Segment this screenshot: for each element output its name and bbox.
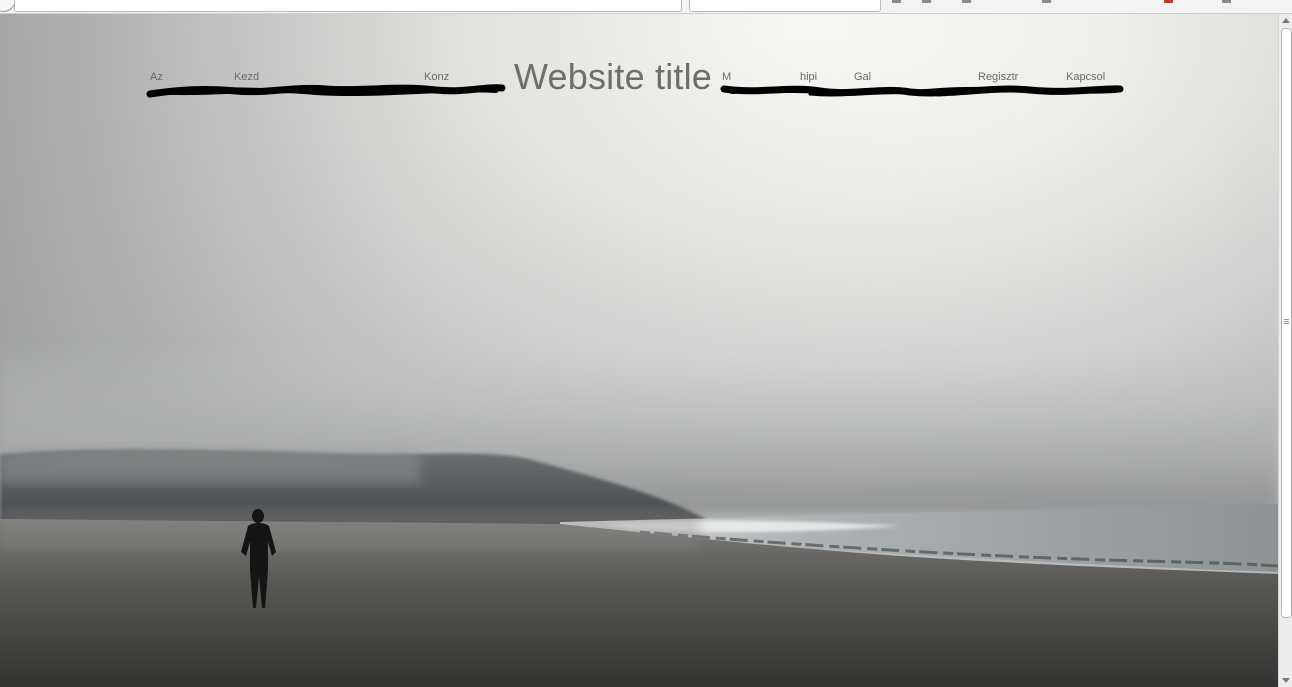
search-input[interactable]: [689, 0, 881, 12]
address-bar[interactable]: [14, 0, 682, 12]
scroll-down-arrow-icon[interactable]: [1282, 678, 1290, 683]
main-nav-right: M hipi Gal Regisztr Kapcsol: [722, 71, 1122, 85]
browser-toolbar: [0, 0, 1292, 14]
scroll-up-arrow-icon[interactable]: [1282, 18, 1290, 23]
nav-item-1[interactable]: Az: [150, 71, 163, 83]
scroll-thumb[interactable]: [1281, 28, 1292, 618]
nav-item-6[interactable]: Gal: [854, 71, 871, 83]
site-title[interactable]: Website title: [514, 56, 712, 98]
extension-icon[interactable]: [1164, 0, 1173, 3]
grip-icon: [1284, 319, 1289, 325]
vertical-scrollbar[interactable]: [1278, 14, 1292, 687]
download-icon[interactable]: [922, 0, 931, 3]
main-nav-left: Az Kezd Konz: [150, 71, 500, 85]
nav-item-3[interactable]: Konz: [424, 71, 449, 83]
home-icon[interactable]: [962, 0, 971, 3]
nav-item-2[interactable]: Kezd: [234, 71, 259, 83]
nav-item-4[interactable]: M: [722, 71, 731, 83]
nav-item-8[interactable]: Kapcsol: [1066, 71, 1105, 83]
toolbar-icon-group: [892, 0, 1252, 9]
pocket-icon[interactable]: [1042, 0, 1051, 3]
nav-item-5[interactable]: hipi: [800, 71, 817, 83]
hero-background-image: [0, 14, 1278, 687]
menu-icon[interactable]: [1222, 0, 1231, 3]
nav-item-7[interactable]: Regisztr: [978, 71, 1018, 83]
page-viewport: Az Kezd Konz Website title M hipi Gal Re…: [0, 14, 1278, 687]
bookmark-icon[interactable]: [892, 0, 901, 3]
site-header: Az Kezd Konz Website title M hipi Gal Re…: [0, 54, 1278, 100]
